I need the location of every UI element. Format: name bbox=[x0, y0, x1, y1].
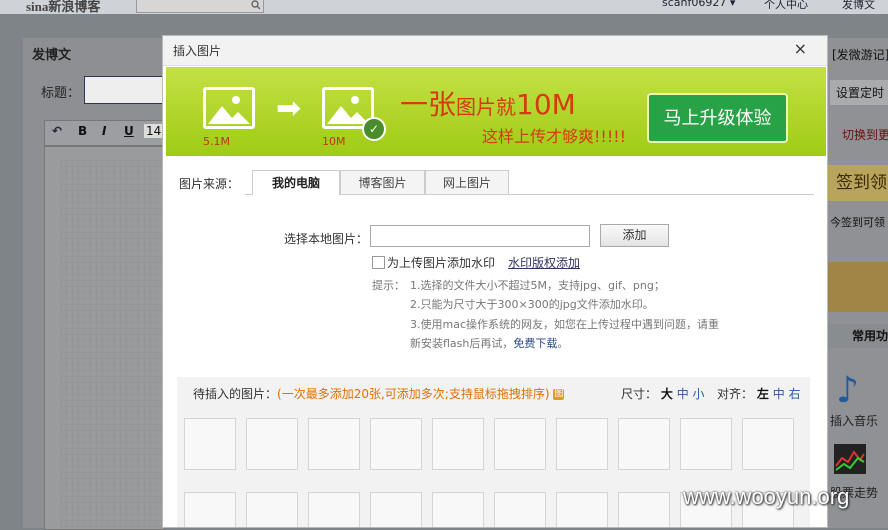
post-blog-link[interactable]: 发博文 bbox=[842, 0, 875, 12]
common-functions-header: 常用功 bbox=[828, 324, 888, 348]
search-icon[interactable] bbox=[251, 0, 261, 10]
thumbnail-slot[interactable] bbox=[308, 492, 360, 527]
upgrade-button[interactable]: 马上升级体验 bbox=[647, 93, 788, 143]
bold-button[interactable]: B bbox=[78, 124, 87, 138]
add-button[interactable]: 添加 bbox=[600, 224, 669, 247]
size-medium[interactable]: 中 bbox=[677, 387, 689, 401]
align-label: 对齐： bbox=[717, 387, 754, 401]
undo-icon[interactable]: ↶ bbox=[52, 124, 62, 138]
image-icon bbox=[203, 87, 255, 129]
upgrade-banner[interactable]: 5.1M ➡ ✓ 10M 一张图片就10M 这样上传才够爽!!!!! 马上升级体… bbox=[166, 67, 826, 156]
tip-line-2: 2.只能为尺寸大于300×300的jpg文件添加水印。 bbox=[410, 298, 654, 311]
thumbnail-slot[interactable] bbox=[494, 418, 546, 470]
font-size-select[interactable]: 14 bbox=[144, 124, 164, 138]
dialog-titlebar[interactable]: 插入图片 × bbox=[163, 36, 827, 66]
slogan-prefix: 一张 bbox=[400, 88, 457, 121]
slogan-big: 10M bbox=[516, 88, 576, 121]
align-options: 对齐： 左 中 右 bbox=[717, 385, 801, 402]
thumbnail-slot[interactable] bbox=[246, 492, 298, 527]
thumbnail-slot[interactable] bbox=[432, 418, 484, 470]
stock-chart-icon[interactable] bbox=[834, 444, 866, 474]
thumbnail-slot[interactable] bbox=[184, 492, 236, 527]
size-large[interactable]: 大 bbox=[661, 387, 673, 401]
thumbnail-slot[interactable] bbox=[184, 418, 236, 470]
thumbnail-slot[interactable] bbox=[308, 418, 360, 470]
pending-label: 待插入的图片：(一次最多添加20张,可添加多次;支持鼠标拖拽排序) 图 bbox=[193, 385, 565, 402]
post-game-link[interactable]: [发微游记] bbox=[832, 46, 888, 63]
site-watermark: www.wooyun.org bbox=[683, 484, 850, 509]
thumbnail-slot[interactable] bbox=[556, 418, 608, 470]
title-label: 标题： bbox=[41, 86, 81, 101]
tab-blog-images[interactable]: 博客图片 bbox=[340, 170, 425, 194]
pending-title: 待插入的图片： bbox=[193, 387, 278, 401]
tip-line-4-text: 新安装flash后再试， bbox=[410, 337, 514, 350]
pending-note: (一次最多添加20张,可添加多次;支持鼠标拖拽排序) bbox=[277, 387, 550, 401]
checkmark-icon: ✓ bbox=[362, 117, 386, 141]
switch-editor-link[interactable]: 切换到更 bbox=[842, 126, 888, 143]
personal-center-link[interactable]: 个人中心 bbox=[764, 0, 808, 12]
thumbnail-slot[interactable] bbox=[556, 492, 608, 527]
thumbnail-slot[interactable] bbox=[742, 418, 794, 470]
sign-in-button[interactable]: 签到领 bbox=[828, 165, 888, 201]
watermark-checkbox-label[interactable]: 为上传图片添加水印 bbox=[387, 254, 495, 271]
thumbnail-slot[interactable] bbox=[246, 418, 298, 470]
tip-line-4-end: 。 bbox=[557, 337, 569, 350]
top-bar bbox=[0, 0, 888, 14]
source-label: 图片来源： bbox=[179, 177, 240, 191]
size-options: 尺寸： 大 中 小 bbox=[621, 385, 705, 402]
thumbnail-slot[interactable] bbox=[494, 492, 546, 527]
align-right[interactable]: 右 bbox=[789, 387, 801, 401]
before-size: 5.1M bbox=[203, 135, 230, 148]
tab-my-computer[interactable]: 我的电脑 bbox=[252, 170, 340, 195]
select-local-image-label: 选择本地图片： bbox=[284, 232, 369, 246]
arrow-right-icon: ➡ bbox=[276, 91, 302, 126]
banner-slogan-2: 这样上传才够爽!!!!! bbox=[482, 127, 627, 146]
free-download-link[interactable]: 免费下载 bbox=[513, 337, 557, 350]
file-path-input[interactable] bbox=[370, 225, 590, 247]
tip-line-3: 3.使用mac操作系统的网友，如您在上传过程中遇到问题，请重 bbox=[410, 318, 719, 331]
size-small[interactable]: 小 bbox=[693, 387, 705, 401]
thumbnail-slot[interactable] bbox=[370, 418, 422, 470]
tips-label: 提示： bbox=[372, 279, 405, 292]
watermark-checkbox[interactable] bbox=[372, 256, 385, 269]
size-label: 尺寸： bbox=[621, 387, 658, 401]
insert-music-label[interactable]: 插入音乐 bbox=[830, 412, 878, 429]
music-note-icon[interactable]: ♪ bbox=[836, 370, 859, 411]
sina-blog-logo[interactable]: sina新浪博客 bbox=[26, 0, 100, 15]
watermark-settings-link[interactable]: 水印版权添加 bbox=[508, 254, 580, 271]
title-input[interactable] bbox=[84, 76, 164, 104]
banner-slogan: 一张图片就10M bbox=[400, 83, 576, 123]
page-title: 发博文 bbox=[32, 48, 72, 63]
schedule-button[interactable]: 设置定时 bbox=[830, 80, 888, 105]
editor-grid bbox=[60, 160, 163, 528]
insert-image-dialog: 插入图片 × 5.1M ➡ ✓ 10M 一张图片就10M 这样上传才够爽!!!!… bbox=[162, 35, 828, 528]
thumbnail-slot[interactable] bbox=[680, 418, 732, 470]
thumbnail-slot[interactable] bbox=[432, 492, 484, 527]
dialog-title: 插入图片 bbox=[173, 44, 222, 58]
thumbnail-slot[interactable] bbox=[618, 418, 670, 470]
info-icon[interactable]: 图 bbox=[553, 389, 565, 400]
after-size: 10M bbox=[322, 135, 346, 148]
tip-line-4: 新安装flash后再试，免费下载。 bbox=[410, 335, 568, 351]
sign-in-hint: 今签到可领 bbox=[830, 216, 885, 229]
underline-button[interactable]: U bbox=[124, 124, 134, 138]
emoticon-panel[interactable] bbox=[828, 262, 888, 312]
thumbnail-slot[interactable] bbox=[370, 492, 422, 527]
close-icon[interactable]: × bbox=[794, 39, 807, 58]
tab-web-images[interactable]: 网上图片 bbox=[425, 170, 509, 194]
tip-line-1: 1.选择的文件大小不超过5M，支持jpg、gif、png； bbox=[410, 279, 665, 292]
thumbnail-slot[interactable] bbox=[618, 492, 670, 527]
username-menu[interactable]: scanf06927 ▾ bbox=[662, 0, 735, 9]
top-search-input[interactable] bbox=[136, 0, 264, 13]
italic-button[interactable]: I bbox=[102, 124, 106, 138]
slogan-mid: 图片就 bbox=[456, 95, 517, 119]
align-left[interactable]: 左 bbox=[757, 387, 769, 401]
align-center[interactable]: 中 bbox=[773, 387, 785, 401]
